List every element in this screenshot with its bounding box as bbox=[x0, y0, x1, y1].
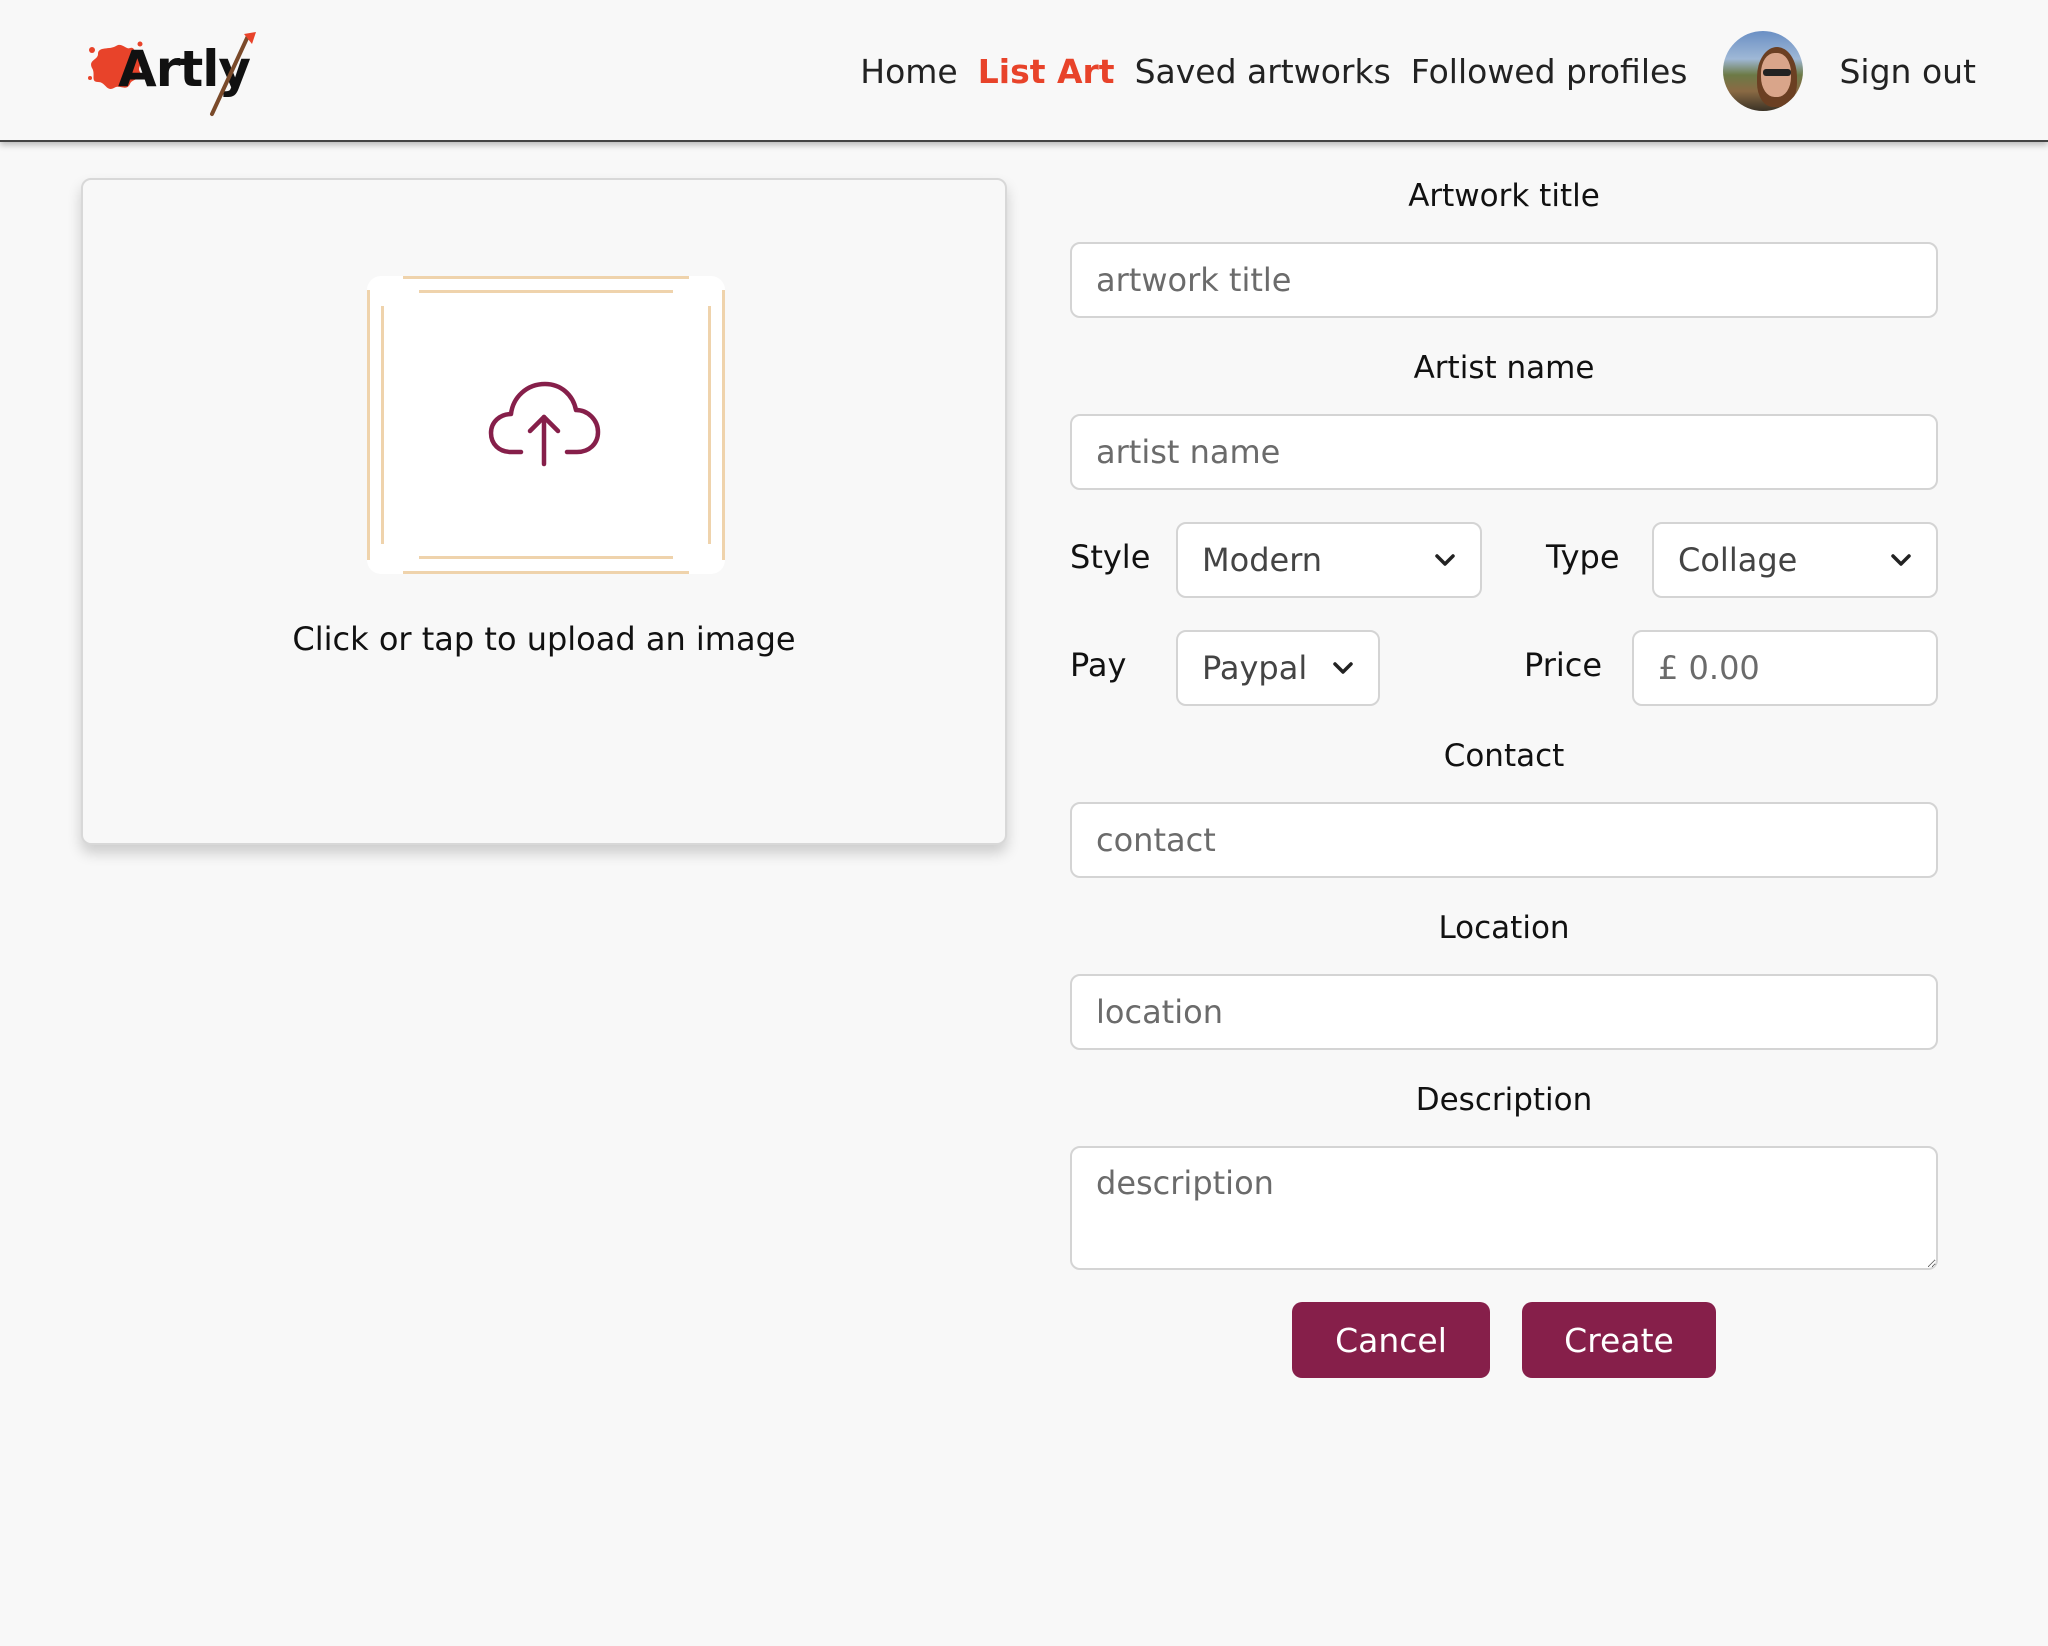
pay-label: Pay bbox=[1070, 646, 1127, 684]
frame-line-bottom-inner bbox=[419, 556, 673, 559]
type-label: Type bbox=[1546, 538, 1620, 576]
price-input[interactable] bbox=[1632, 630, 1938, 706]
cancel-button[interactable]: Cancel bbox=[1292, 1302, 1490, 1378]
frame-line-right-inner bbox=[708, 306, 711, 544]
nav-links: Home List Art Saved artworks Followed pr… bbox=[840, 0, 2048, 142]
frame-line-top-inner bbox=[419, 290, 673, 293]
description-textarea[interactable] bbox=[1070, 1146, 1938, 1270]
type-select[interactable]: Collage bbox=[1652, 522, 1938, 598]
description-label: Description bbox=[1415, 1082, 1593, 1118]
pay-select-value: Paypal bbox=[1202, 649, 1308, 687]
nav-list-art[interactable]: List Art bbox=[978, 52, 1115, 91]
frame-line-left-outer bbox=[367, 290, 370, 560]
sign-out-link[interactable]: Sign out bbox=[1839, 52, 1976, 91]
artist-name-input[interactable] bbox=[1070, 414, 1938, 490]
frame-line-top-outer bbox=[403, 276, 689, 279]
artwork-title-input[interactable] bbox=[1070, 242, 1938, 318]
contact-input[interactable] bbox=[1070, 802, 1938, 878]
pay-select[interactable]: Paypal bbox=[1176, 630, 1380, 706]
avatar-glasses bbox=[1763, 69, 1792, 76]
image-upload-area[interactable]: Click or tap to upload an image bbox=[81, 178, 1007, 845]
chevron-down-icon bbox=[1435, 554, 1455, 566]
frame-line-right-outer bbox=[722, 290, 725, 560]
chevron-down-icon bbox=[1333, 662, 1353, 674]
location-input[interactable] bbox=[1070, 974, 1938, 1050]
navbar: Artly Home List Art Saved artworks Follo… bbox=[0, 0, 2048, 142]
artwork-title-label: Artwork title bbox=[1408, 178, 1600, 214]
frame-line-bottom-outer bbox=[403, 571, 689, 574]
nav-saved-artworks[interactable]: Saved artworks bbox=[1135, 52, 1391, 91]
location-label: Location bbox=[1438, 910, 1570, 946]
artly-logo[interactable]: Artly bbox=[86, 30, 256, 120]
frame-line-left-inner bbox=[381, 306, 384, 544]
nav-home[interactable]: Home bbox=[860, 52, 957, 91]
upload-frame bbox=[367, 276, 725, 574]
nav-followed-profiles[interactable]: Followed profiles bbox=[1411, 52, 1688, 91]
cloud-upload-icon bbox=[488, 381, 601, 467]
artist-name-label: Artist name bbox=[1413, 350, 1595, 386]
user-avatar[interactable] bbox=[1723, 31, 1804, 111]
paintbrush-icon bbox=[210, 32, 256, 116]
upload-prompt: Click or tap to upload an image bbox=[292, 620, 796, 658]
contact-label: Contact bbox=[1443, 738, 1565, 774]
style-label: Style bbox=[1070, 538, 1151, 576]
create-button[interactable]: Create bbox=[1522, 1302, 1716, 1378]
price-label: Price bbox=[1524, 646, 1603, 684]
chevron-down-icon bbox=[1891, 554, 1911, 566]
style-select-value: Modern bbox=[1202, 541, 1323, 579]
style-select[interactable]: Modern bbox=[1176, 522, 1482, 598]
type-select-value: Collage bbox=[1678, 541, 1798, 579]
